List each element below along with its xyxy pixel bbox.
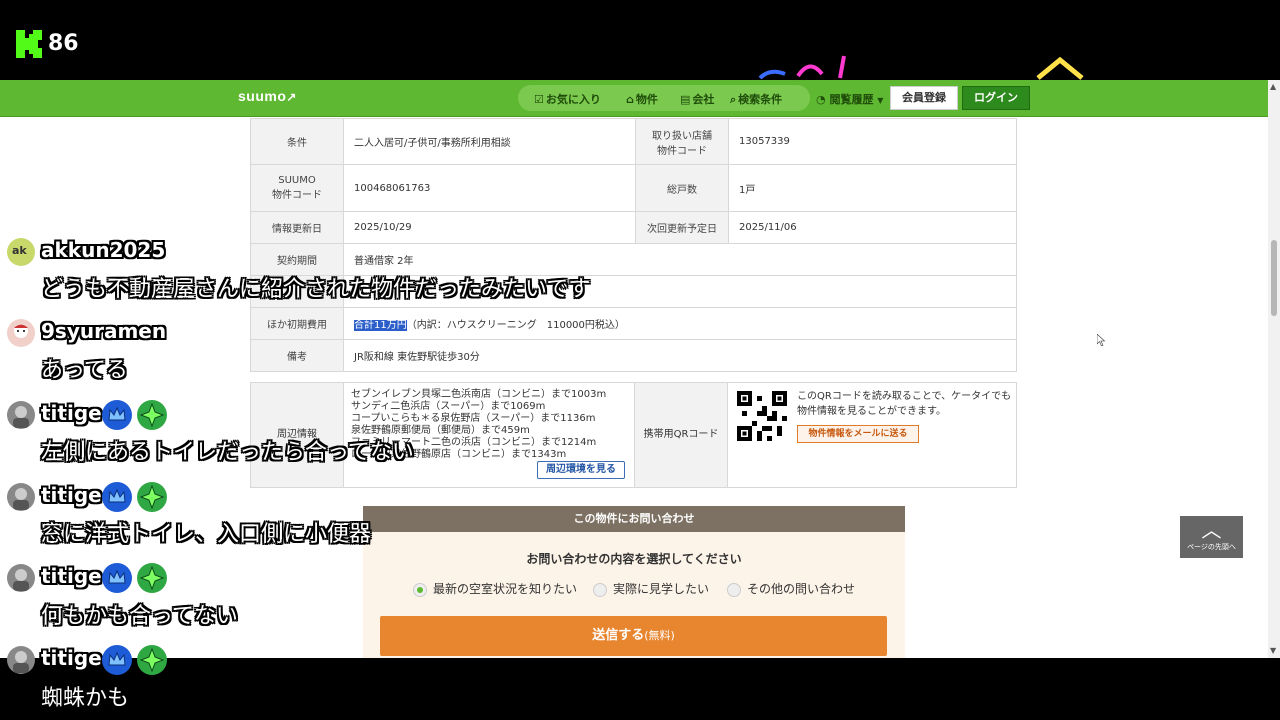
radio-icon[interactable] (727, 582, 741, 597)
surroundings-section: 周辺情報 セブンイレブン貝塚二色浜南店（コンビニ）まで1003m サンディ二色浜… (250, 382, 1017, 488)
view-surroundings-button[interactable]: 周辺環境を見る (537, 461, 625, 479)
radio-icon[interactable] (593, 582, 607, 597)
viewer-count: 86 (48, 31, 79, 56)
scroll-up-arrow-icon[interactable]: ▲ (1270, 82, 1276, 91)
table-row: 契約期間 普通借家 2年 (250, 243, 1017, 276)
qr-code-icon (737, 391, 787, 441)
chevron-up-icon: ︿ (1201, 518, 1222, 542)
table-header (250, 275, 344, 308)
table-cell: 二人入居可/子供可/事務所利用相談 (343, 118, 636, 165)
send-by-mail-button[interactable]: 物件情報をメールに送る (797, 425, 919, 443)
table-header: 取り扱い店舗 物件コード (635, 118, 729, 165)
table-cell: 100468061763 (343, 164, 636, 212)
suumo-logo[interactable]: suumo↗ (238, 88, 297, 104)
table-header: 周辺情報 (251, 383, 344, 487)
property-detail-table: 条件 二人入居可/子供可/事務所利用相談 取り扱い店舗 物件コード 1305733… (250, 118, 1017, 372)
neon-arrow-decoration (1036, 56, 1084, 80)
history-menu[interactable]: ◔ 閲覧履歴 ▼ (816, 91, 883, 107)
table-header: 契約期間 (250, 243, 344, 276)
inquiry-box: この物件にお問い合わせ お問い合わせの内容を選択してください 最新の空室状況を知… (363, 506, 905, 658)
selected-text[interactable]: 合計11万円 (354, 320, 407, 331)
table-cell (343, 275, 1017, 308)
qr-description: このQRコードを読み取ることで、ケータイでも物件情報を見ることができます。 (797, 391, 1012, 417)
browser-viewport: suumo↗ ☑ お気に入り ⌂ 物件 ▤ 会社 ⌕ 検索条件 ◔ 閲覧履歴 ▼ 会員登… (0, 80, 1280, 658)
inquiry-subtitle: お問い合わせの内容を選択してください (526, 552, 742, 566)
list-item: コープいこらも＊る泉佐野店（スーパー）まで1136m (351, 413, 596, 424)
nav-favorites[interactable]: ☑ お気に入り (534, 91, 601, 107)
checkbox-icon: ☑ (534, 93, 544, 106)
table-header: 条件 (250, 118, 344, 165)
nav-company[interactable]: ▤ 会社 (680, 91, 714, 107)
table-cell: 13057339 (728, 118, 1017, 165)
search-icon: ⌕ (730, 93, 737, 106)
table-cell: 1戸 (728, 164, 1017, 212)
building-icon: ▤ (680, 93, 691, 106)
list-item: ファミリーマート二色の浜店（コンビニ）まで1214m (351, 437, 597, 448)
neon-decoration (758, 55, 846, 80)
list-item: セブンイレブン貝塚二色浜南店（コンビニ）まで1003m (351, 389, 607, 400)
header-nav: ☑ お気に入り ⌂ 物件 ▤ 会社 ⌕ 検索条件 (518, 85, 810, 111)
send-button[interactable]: 送信する(無料) (380, 616, 887, 656)
table-header: ほか初期費用 (250, 307, 344, 340)
table-cell: 2025/10/29 (343, 211, 636, 244)
suumo-header: suumo↗ ☑ お気に入り ⌂ 物件 ▤ 会社 ⌕ 検索条件 ◔ 閲覧履歴 ▼ 会員登… (0, 80, 1268, 117)
mouse-cursor-icon (1097, 334, 1105, 346)
kick-logo-icon (16, 30, 42, 58)
radio-selected-icon[interactable] (413, 582, 427, 597)
page-scrollbar[interactable]: ▲ ▼ (1268, 80, 1280, 658)
list-item: 泉佐野鶴原郵便局（郵便局）まで459m (351, 425, 530, 436)
page-top-button[interactable]: ︿ ページの先頭へ (1180, 516, 1243, 558)
table-row: SUUMO 物件コード 100468061763 総戸数 1戸 (250, 164, 1017, 212)
scroll-thumb[interactable] (1271, 240, 1277, 316)
table-cell: JR阪和線 東佐野駅徒歩30分 (343, 339, 1017, 372)
stream-top-bar: 86 (0, 0, 1280, 80)
home-icon: ⌂ (626, 93, 634, 106)
chat-message-text: 蜘蛛かも (41, 686, 130, 711)
list-item: サンディ二色浜店（スーパー）まで1069m (351, 401, 546, 412)
nav-property[interactable]: ⌂ 物件 (626, 91, 658, 107)
table-header: 次回更新予定日 (635, 211, 729, 244)
table-row: ほか初期費用 合計11万円（内訳：ハウスクリーニング 110000円税込） (250, 307, 1017, 340)
scroll-down-arrow-icon[interactable]: ▼ (1270, 646, 1276, 655)
table-row: 条件 二人入居可/子供可/事務所利用相談 取り扱い店舗 物件コード 1305733… (250, 118, 1017, 165)
table-header: 備考 (250, 339, 344, 372)
list-item: ローソン泉佐野鶴原店（コンビニ）まで1343m (351, 449, 567, 460)
chevron-down-icon: ▼ (877, 96, 884, 105)
table-row (250, 275, 1017, 308)
radio-vacancy[interactable]: 最新の空室状況を知りたい (413, 580, 577, 597)
table-row: 備考 JR阪和線 東佐野駅徒歩30分 (250, 339, 1017, 372)
radio-other[interactable]: その他の問い合わせ (727, 580, 855, 597)
clock-icon: ◔ (816, 93, 826, 106)
radio-visit[interactable]: 実際に見学したい (593, 580, 709, 597)
table-header: 携帯用QRコード (634, 383, 728, 487)
table-cell: 普通借家 2年 (343, 243, 1017, 276)
surroundings-list: セブンイレブン貝塚二色浜南店（コンビニ）まで1003m サンディ二色浜店（スーパ… (351, 389, 631, 461)
table-header: 総戸数 (635, 164, 729, 212)
table-header: SUUMO 物件コード (250, 164, 344, 212)
nav-search-conditions[interactable]: ⌕ 検索条件 (730, 91, 782, 107)
register-button[interactable]: 会員登録 (890, 86, 958, 110)
table-cell[interactable]: 合計11万円（内訳：ハウスクリーニング 110000円税込） (343, 307, 1017, 340)
inquiry-title: この物件にお問い合わせ (363, 506, 905, 532)
table-row: 情報更新日 2025/10/29 次回更新予定日 2025/11/06 (250, 211, 1017, 244)
login-button[interactable]: ログイン (962, 86, 1030, 110)
table-header: 情報更新日 (250, 211, 344, 244)
table-cell: 2025/11/06 (728, 211, 1017, 244)
